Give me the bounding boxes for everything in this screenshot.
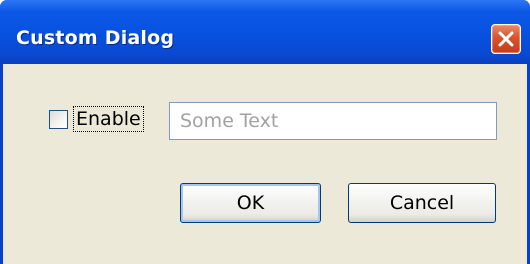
enable-checkbox-label[interactable]: Enable	[73, 106, 144, 132]
dialog-window: Custom Dialog Enable OK Cancel	[0, 0, 530, 264]
dialog-content: Enable OK Cancel	[3, 64, 527, 264]
cancel-button[interactable]: Cancel	[348, 183, 496, 223]
window-title: Custom Dialog	[16, 27, 175, 49]
title-bar[interactable]: Custom Dialog	[0, 0, 530, 64]
close-button[interactable]	[491, 24, 521, 54]
enable-checkbox[interactable]	[49, 110, 68, 129]
ok-button[interactable]: OK	[180, 183, 321, 223]
some-text-input[interactable]	[170, 103, 496, 139]
enable-checkbox-control[interactable]: Enable	[47, 104, 157, 134]
text-field-box[interactable]	[169, 102, 497, 140]
close-icon	[498, 31, 514, 47]
